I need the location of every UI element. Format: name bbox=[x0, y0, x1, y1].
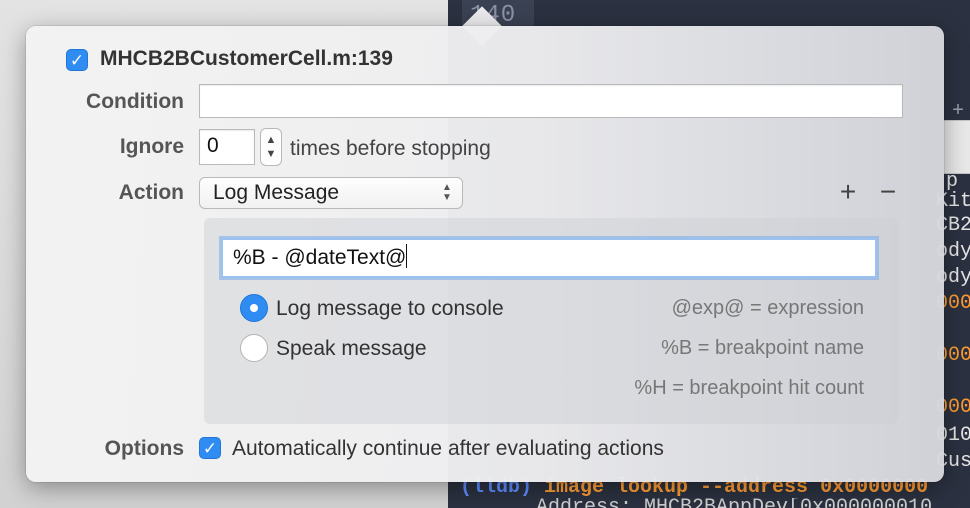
remove-action-button[interactable]: − bbox=[875, 178, 901, 206]
ignore-count-stepper[interactable]: ▲ ▼ bbox=[260, 128, 282, 166]
action-label: Action bbox=[118, 181, 184, 204]
hint-expression: @exp@ = expression bbox=[671, 297, 864, 319]
checkmark-icon: ✓ bbox=[202, 438, 218, 458]
debug-toolbar[interactable] bbox=[944, 120, 970, 174]
log-to-console-label[interactable]: Log message to console bbox=[276, 297, 504, 321]
chevron-up-icon[interactable]: ▲ bbox=[266, 133, 277, 147]
options-label: Options bbox=[104, 437, 184, 460]
ignore-label: Ignore bbox=[119, 135, 184, 158]
text-caret bbox=[406, 244, 408, 268]
breakpoint-title: MHCB2BCustomerCell.m:139 bbox=[100, 47, 393, 70]
condition-field[interactable] bbox=[199, 84, 903, 118]
breakpoint-enabled-checkbox[interactable]: ✓ bbox=[66, 49, 88, 71]
speak-message-radio[interactable] bbox=[240, 334, 268, 362]
auto-continue-checkbox[interactable]: ✓ bbox=[199, 437, 221, 459]
ignore-count-field[interactable]: 0 bbox=[199, 129, 255, 165]
log-to-console-radio[interactable] bbox=[240, 294, 268, 322]
action-type-value: Log Message bbox=[213, 181, 340, 204]
lldb-output: Address: MHCB2BAppDev[0x000000010 bbox=[536, 498, 970, 508]
auto-continue-label[interactable]: Automatically continue after evaluating … bbox=[232, 437, 664, 461]
speak-message-label[interactable]: Speak message bbox=[276, 337, 427, 361]
chevron-updown-icon: ▲ ▼ bbox=[442, 182, 452, 203]
action-type-select[interactable]: Log Message ▲ ▼ bbox=[199, 177, 463, 209]
log-message-field[interactable]: %B - @dateText@ bbox=[221, 238, 877, 278]
checkmark-icon: ✓ bbox=[69, 50, 85, 70]
condition-label: Condition bbox=[86, 90, 184, 113]
log-message-text: %B - @dateText@ bbox=[233, 246, 407, 269]
ignore-suffix-text: times before stopping bbox=[290, 137, 491, 160]
hint-breakpoint-name: %B = breakpoint name bbox=[661, 337, 864, 359]
hint-hit-count: %H = breakpoint hit count bbox=[634, 377, 864, 399]
chevron-down-icon[interactable]: ▼ bbox=[266, 147, 277, 161]
add-action-button[interactable]: + bbox=[835, 178, 861, 206]
